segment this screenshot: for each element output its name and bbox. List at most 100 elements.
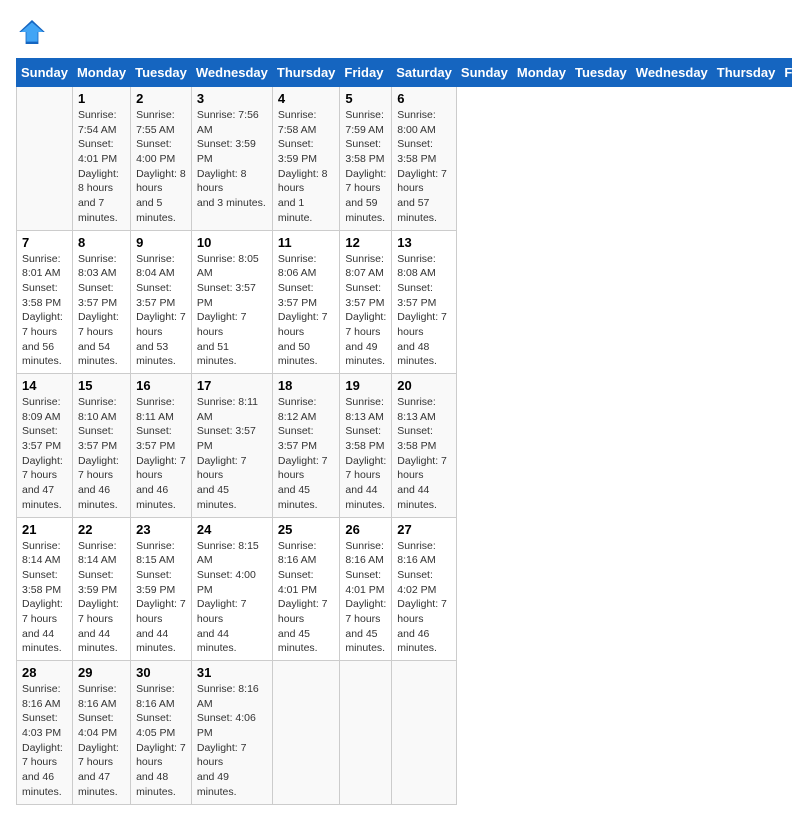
day-number: 22 bbox=[78, 522, 125, 537]
calendar-cell: 27 Sunrise: 8:16 AM Sunset: 4:02 PM Dayli… bbox=[392, 517, 457, 661]
cell-info: Sunrise: 7:59 AM Sunset: 3:58 PM Dayligh… bbox=[345, 108, 386, 226]
calendar-cell: 12 Sunrise: 8:07 AM Sunset: 3:57 PM Dayli… bbox=[340, 230, 392, 374]
cell-info: Sunrise: 8:01 AM Sunset: 3:58 PM Dayligh… bbox=[22, 252, 67, 370]
calendar-cell: 2 Sunrise: 7:55 AM Sunset: 4:00 PM Daylig… bbox=[131, 87, 192, 231]
day-number: 29 bbox=[78, 665, 125, 680]
calendar-cell: 8Sunrise: 8:03 AM Sunset: 3:57 PM Daylig… bbox=[72, 230, 130, 374]
day-number: 14 bbox=[22, 378, 67, 393]
day-number: 27 bbox=[397, 522, 451, 537]
day-number: 13 bbox=[397, 235, 451, 250]
cell-info: Sunrise: 7:58 AM Sunset: 3:59 PM Dayligh… bbox=[278, 108, 335, 226]
logo-icon bbox=[16, 16, 48, 48]
day-number: 1 bbox=[78, 91, 125, 106]
calendar-cell: 6 Sunrise: 8:00 AM Sunset: 3:58 PM Daylig… bbox=[392, 87, 457, 231]
calendar-cell bbox=[17, 87, 73, 231]
day-number: 31 bbox=[197, 665, 267, 680]
calendar-cell: 19 Sunrise: 8:13 AM Sunset: 3:58 PM Dayli… bbox=[340, 374, 392, 518]
cell-info: Sunrise: 8:14 AM Sunset: 3:59 PM Dayligh… bbox=[78, 539, 125, 657]
calendar-cell bbox=[272, 661, 340, 805]
cell-info: Sunrise: 7:56 AM Sunset: 3:59 PM Dayligh… bbox=[197, 108, 267, 211]
day-header-thursday: Thursday bbox=[272, 59, 340, 87]
cell-info: Sunrise: 8:16 AM Sunset: 4:01 PM Dayligh… bbox=[345, 539, 386, 657]
day-header-monday: Monday bbox=[72, 59, 130, 87]
day-number: 12 bbox=[345, 235, 386, 250]
calendar-cell: 5 Sunrise: 7:59 AM Sunset: 3:58 PM Daylig… bbox=[340, 87, 392, 231]
calendar-cell: 14Sunrise: 8:09 AM Sunset: 3:57 PM Dayli… bbox=[17, 374, 73, 518]
cell-info: Sunrise: 8:16 AM Sunset: 4:04 PM Dayligh… bbox=[78, 682, 125, 800]
cell-info: Sunrise: 8:05 AM Sunset: 3:57 PM Dayligh… bbox=[197, 252, 267, 370]
cell-info: Sunrise: 8:13 AM Sunset: 3:58 PM Dayligh… bbox=[397, 395, 451, 513]
day-number: 21 bbox=[22, 522, 67, 537]
day-number: 4 bbox=[278, 91, 335, 106]
page-header bbox=[16, 16, 776, 48]
calendar-cell: 16Sunrise: 8:11 AM Sunset: 3:57 PM Dayli… bbox=[131, 374, 192, 518]
calendar-cell: 3 Sunrise: 7:56 AM Sunset: 3:59 PM Daylig… bbox=[191, 87, 272, 231]
day-header-sunday: Sunday bbox=[456, 59, 512, 87]
calendar-cell: 1 Sunrise: 7:54 AM Sunset: 4:01 PM Daylig… bbox=[72, 87, 130, 231]
cell-info: Sunrise: 8:12 AM Sunset: 3:57 PM Dayligh… bbox=[278, 395, 335, 513]
cell-info: Sunrise: 8:13 AM Sunset: 3:58 PM Dayligh… bbox=[345, 395, 386, 513]
calendar-cell: 18 Sunrise: 8:12 AM Sunset: 3:57 PM Dayli… bbox=[272, 374, 340, 518]
day-header-sunday: Sunday bbox=[17, 59, 73, 87]
day-number: 2 bbox=[136, 91, 186, 106]
day-header-tuesday: Tuesday bbox=[571, 59, 632, 87]
calendar-week-4: 21 Sunrise: 8:14 AM Sunset: 3:58 PM Dayli… bbox=[17, 517, 792, 661]
day-header-tuesday: Tuesday bbox=[131, 59, 192, 87]
cell-info: Sunrise: 8:08 AM Sunset: 3:57 PM Dayligh… bbox=[397, 252, 451, 370]
day-number: 11 bbox=[278, 235, 335, 250]
day-header-friday: Friday bbox=[340, 59, 392, 87]
day-header-wednesday: Wednesday bbox=[631, 59, 712, 87]
day-number: 10 bbox=[197, 235, 267, 250]
calendar-cell: 25Sunrise: 8:16 AM Sunset: 4:01 PM Dayli… bbox=[272, 517, 340, 661]
calendar-cell: 23Sunrise: 8:15 AM Sunset: 3:59 PM Dayli… bbox=[131, 517, 192, 661]
cell-info: Sunrise: 7:55 AM Sunset: 4:00 PM Dayligh… bbox=[136, 108, 186, 226]
cell-info: Sunrise: 8:14 AM Sunset: 3:58 PM Dayligh… bbox=[22, 539, 67, 657]
day-number: 18 bbox=[278, 378, 335, 393]
calendar-week-3: 14Sunrise: 8:09 AM Sunset: 3:57 PM Dayli… bbox=[17, 374, 792, 518]
calendar-cell: 24 Sunrise: 8:15 AM Sunset: 4:00 PM Dayli… bbox=[191, 517, 272, 661]
calendar-cell: 29 Sunrise: 8:16 AM Sunset: 4:04 PM Dayli… bbox=[72, 661, 130, 805]
day-header-monday: Monday bbox=[512, 59, 570, 87]
calendar-cell: 4 Sunrise: 7:58 AM Sunset: 3:59 PM Daylig… bbox=[272, 87, 340, 231]
cell-info: Sunrise: 8:15 AM Sunset: 4:00 PM Dayligh… bbox=[197, 539, 267, 657]
day-header-thursday: Thursday bbox=[712, 59, 780, 87]
day-number: 17 bbox=[197, 378, 267, 393]
calendar-cell: 22 Sunrise: 8:14 AM Sunset: 3:59 PM Dayli… bbox=[72, 517, 130, 661]
day-number: 24 bbox=[197, 522, 267, 537]
day-header-friday: Friday bbox=[780, 59, 792, 87]
day-number: 6 bbox=[397, 91, 451, 106]
cell-info: Sunrise: 8:11 AM Sunset: 3:57 PM Dayligh… bbox=[136, 395, 186, 513]
day-number: 5 bbox=[345, 91, 386, 106]
calendar-cell: 21 Sunrise: 8:14 AM Sunset: 3:58 PM Dayli… bbox=[17, 517, 73, 661]
calendar-cell: 10 Sunrise: 8:05 AM Sunset: 3:57 PM Dayli… bbox=[191, 230, 272, 374]
calendar-cell: 15Sunrise: 8:10 AM Sunset: 3:57 PM Dayli… bbox=[72, 374, 130, 518]
day-number: 19 bbox=[345, 378, 386, 393]
cell-info: Sunrise: 8:16 AM Sunset: 4:02 PM Dayligh… bbox=[397, 539, 451, 657]
calendar-cell bbox=[392, 661, 457, 805]
calendar-cell: 30 Sunrise: 8:16 AM Sunset: 4:05 PM Dayli… bbox=[131, 661, 192, 805]
day-number: 7 bbox=[22, 235, 67, 250]
calendar-cell: 9Sunrise: 8:04 AM Sunset: 3:57 PM Daylig… bbox=[131, 230, 192, 374]
day-number: 3 bbox=[197, 91, 267, 106]
cell-info: Sunrise: 8:00 AM Sunset: 3:58 PM Dayligh… bbox=[397, 108, 451, 226]
calendar-header-row: SundayMondayTuesdayWednesdayThursdayFrid… bbox=[17, 59, 792, 87]
day-number: 9 bbox=[136, 235, 186, 250]
day-number: 30 bbox=[136, 665, 186, 680]
calendar-cell: 17Sunrise: 8:11 AM Sunset: 3:57 PM Dayli… bbox=[191, 374, 272, 518]
cell-info: Sunrise: 8:16 AM Sunset: 4:03 PM Dayligh… bbox=[22, 682, 67, 800]
cell-info: Sunrise: 8:07 AM Sunset: 3:57 PM Dayligh… bbox=[345, 252, 386, 370]
calendar-cell: 31Sunrise: 8:16 AM Sunset: 4:06 PM Dayli… bbox=[191, 661, 272, 805]
cell-info: Sunrise: 8:16 AM Sunset: 4:05 PM Dayligh… bbox=[136, 682, 186, 800]
calendar-cell: 28 Sunrise: 8:16 AM Sunset: 4:03 PM Dayli… bbox=[17, 661, 73, 805]
calendar-cell: 11Sunrise: 8:06 AM Sunset: 3:57 PM Dayli… bbox=[272, 230, 340, 374]
day-number: 23 bbox=[136, 522, 186, 537]
day-number: 26 bbox=[345, 522, 386, 537]
day-header-wednesday: Wednesday bbox=[191, 59, 272, 87]
calendar-cell: 7 Sunrise: 8:01 AM Sunset: 3:58 PM Daylig… bbox=[17, 230, 73, 374]
cell-info: Sunrise: 8:03 AM Sunset: 3:57 PM Dayligh… bbox=[78, 252, 125, 370]
day-number: 15 bbox=[78, 378, 125, 393]
calendar-cell: 26 Sunrise: 8:16 AM Sunset: 4:01 PM Dayli… bbox=[340, 517, 392, 661]
cell-info: Sunrise: 7:54 AM Sunset: 4:01 PM Dayligh… bbox=[78, 108, 125, 226]
day-number: 20 bbox=[397, 378, 451, 393]
day-number: 28 bbox=[22, 665, 67, 680]
